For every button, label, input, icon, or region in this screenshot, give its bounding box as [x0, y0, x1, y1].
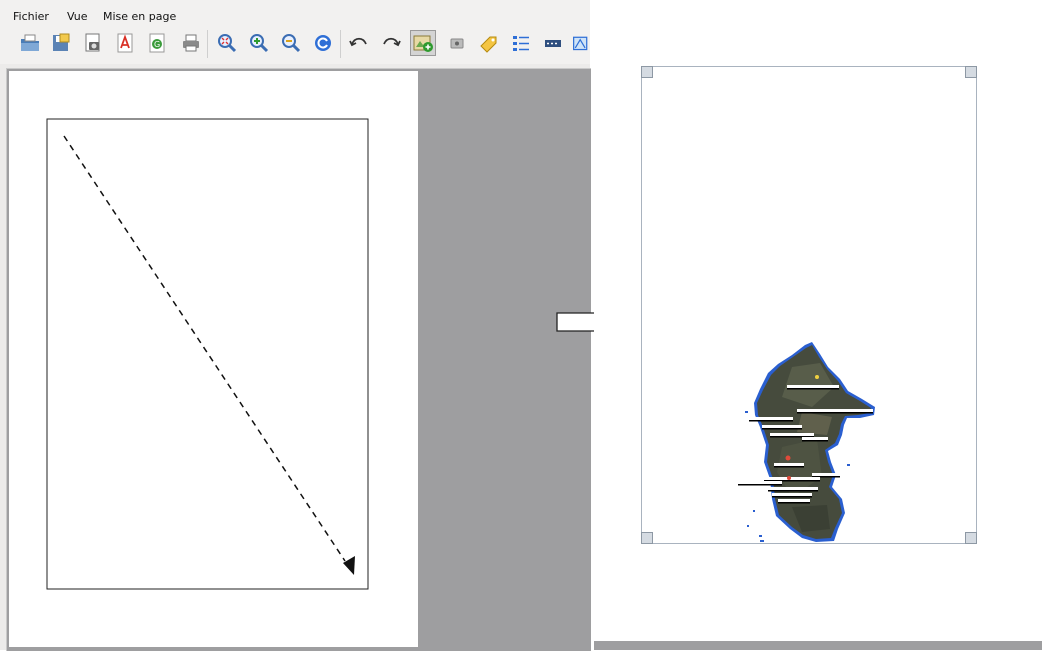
- result-page: [594, 0, 1042, 650]
- composer-toolbar: G: [0, 24, 590, 64]
- add-legend-icon[interactable]: [510, 32, 532, 54]
- open-project-icon[interactable]: [19, 32, 41, 54]
- menu-mise-en-page[interactable]: Mise en page: [103, 10, 176, 23]
- canvas-edge: [594, 641, 1042, 650]
- composer-canvas[interactable]: [6, 68, 591, 651]
- menu-bar: Fichier Vue Mise en page: [0, 0, 590, 24]
- drag-direction-line: [63, 135, 346, 562]
- resize-handle-top-right[interactable]: [965, 66, 977, 78]
- zoom-in-icon[interactable]: [248, 32, 270, 54]
- toolbar-separator: [340, 30, 341, 58]
- add-image-icon[interactable]: [446, 32, 468, 54]
- export-image-icon[interactable]: [82, 32, 104, 54]
- undo-icon[interactable]: [348, 32, 370, 54]
- drag-arrowhead-icon: [343, 556, 355, 575]
- menu-fichier[interactable]: Fichier: [13, 10, 49, 23]
- export-pdf-icon[interactable]: [114, 32, 136, 54]
- resize-handle-top-left[interactable]: [641, 66, 653, 78]
- refresh-icon[interactable]: [312, 32, 334, 54]
- save-project-icon[interactable]: [50, 32, 72, 54]
- toolbar-separator: [207, 30, 208, 58]
- map-item-frame[interactable]: [641, 66, 977, 544]
- add-scalebar-icon[interactable]: [542, 32, 564, 54]
- resize-handle-bottom-right[interactable]: [965, 532, 977, 544]
- print-composer-window: Fichier Vue Mise en page G: [0, 0, 591, 651]
- print-icon[interactable]: [180, 32, 202, 54]
- add-label-icon[interactable]: [478, 32, 500, 54]
- add-map-icon[interactable]: [410, 30, 436, 56]
- resize-handle-bottom-left[interactable]: [641, 532, 653, 544]
- export-svg-icon[interactable]: G: [146, 32, 168, 54]
- menu-vue[interactable]: Vue: [67, 10, 88, 23]
- svg-text:G: G: [154, 40, 160, 49]
- redo-icon[interactable]: [380, 32, 402, 54]
- zoom-full-icon[interactable]: [216, 32, 238, 54]
- draw-map-frame-gesture: [46, 118, 369, 590]
- layout-page[interactable]: [9, 71, 418, 647]
- add-shape-icon[interactable]: [572, 32, 590, 54]
- zoom-out-icon[interactable]: [280, 32, 302, 54]
- satellite-map-render: [738, 342, 875, 542]
- new-map-frame-outline: [46, 118, 369, 590]
